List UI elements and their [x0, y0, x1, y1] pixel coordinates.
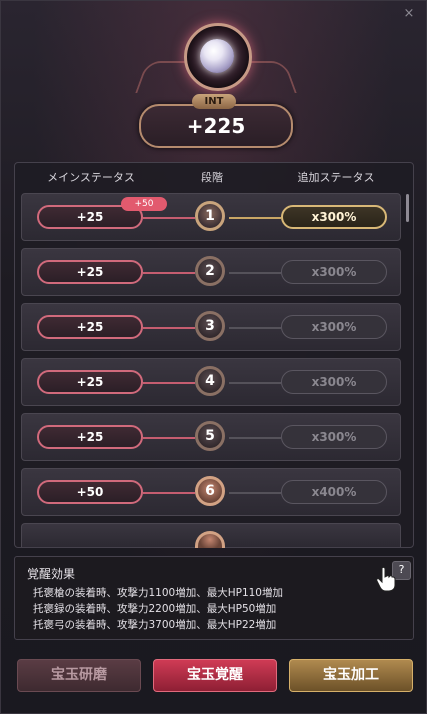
- ornament-right: [243, 61, 297, 93]
- bonus-status-value: x300%: [281, 260, 387, 284]
- table-row[interactable]: +50 6 x400%: [21, 468, 401, 516]
- effect-line: 托褒録の装着時、攻撃力2200増加、最大HP50増加: [33, 603, 277, 615]
- stat-type-tag: INT: [192, 94, 236, 109]
- stage-icon: [195, 531, 225, 548]
- effect-line: 托褒弓の装着時、攻撃力3700増加、最大HP22増加: [33, 619, 277, 631]
- main-status-value: +25: [37, 315, 143, 339]
- stage-icon: 3: [195, 311, 225, 341]
- gem-process-button[interactable]: 宝玉加工: [289, 659, 413, 692]
- main-status-value: +25: [37, 370, 143, 394]
- connector-line: [143, 382, 195, 384]
- gem-polish-button[interactable]: 宝玉研磨: [17, 659, 141, 692]
- stage-icon: 6: [195, 476, 225, 506]
- stage-icon: 4: [195, 366, 225, 396]
- connector-line: [229, 492, 281, 494]
- connector-line: [229, 437, 281, 439]
- close-button[interactable]: ×: [402, 7, 416, 21]
- connector-line: [229, 217, 281, 219]
- effect-title: 覚醒効果: [27, 567, 76, 581]
- table-row[interactable]: +25 5 x300%: [21, 413, 401, 461]
- bonus-status-value: x300%: [281, 370, 387, 394]
- header-main-status: メインステータス: [47, 171, 135, 184]
- bonus-status-value: x300%: [281, 315, 387, 339]
- effect-line: 托褒槍の装着時、攻撃力1100増加、最大HP110増加: [33, 587, 283, 599]
- main-status-value: +25: [37, 425, 143, 449]
- header-stage: 段階: [201, 171, 223, 184]
- stage-icon: 5: [195, 421, 225, 451]
- table-scrollbar[interactable]: [406, 194, 409, 222]
- awakening-effect-panel: 覚醒効果 托褒槍の装着時、攻撃力1100増加、最大HP110増加 托褒録の装着時…: [14, 556, 414, 640]
- gem-awaken-button[interactable]: 宝玉覚醒: [153, 659, 277, 692]
- table-row[interactable]: +25 3 x300%: [21, 303, 401, 351]
- main-status-value: +50: [37, 480, 143, 504]
- connector-line: [143, 217, 195, 219]
- table-row[interactable]: +25 4 x300%: [21, 358, 401, 406]
- gem-emblem: [184, 23, 252, 91]
- bonus-status-value: x400%: [281, 480, 387, 504]
- gem-icon: [200, 39, 234, 73]
- stage-icon: 2: [195, 256, 225, 286]
- hand-cursor-icon: [376, 566, 396, 592]
- bonus-status-value: x300%: [281, 205, 387, 229]
- connector-line: [143, 272, 195, 274]
- connector-line: [143, 492, 195, 494]
- connector-line: [143, 327, 195, 329]
- table-row[interactable]: +25 +50 1 x300%: [21, 193, 401, 241]
- ornament-left: [135, 61, 189, 93]
- connector-line: [143, 437, 195, 439]
- stat-total: +225: [139, 104, 293, 148]
- stage-icon: 1: [195, 201, 225, 231]
- bonus-status-value: x300%: [281, 425, 387, 449]
- bonus-badge: +50: [121, 197, 167, 211]
- header-bonus-status: 追加ステータス: [297, 171, 375, 184]
- connector-line: [229, 382, 281, 384]
- gem-window: × INT +225 メインステータス 段階 追加ステータス +25 +50 1…: [0, 0, 427, 714]
- table-row[interactable]: [21, 523, 401, 548]
- main-status-value: +25: [37, 260, 143, 284]
- connector-line: [229, 327, 281, 329]
- connector-line: [229, 272, 281, 274]
- table-row[interactable]: +25 2 x300%: [21, 248, 401, 296]
